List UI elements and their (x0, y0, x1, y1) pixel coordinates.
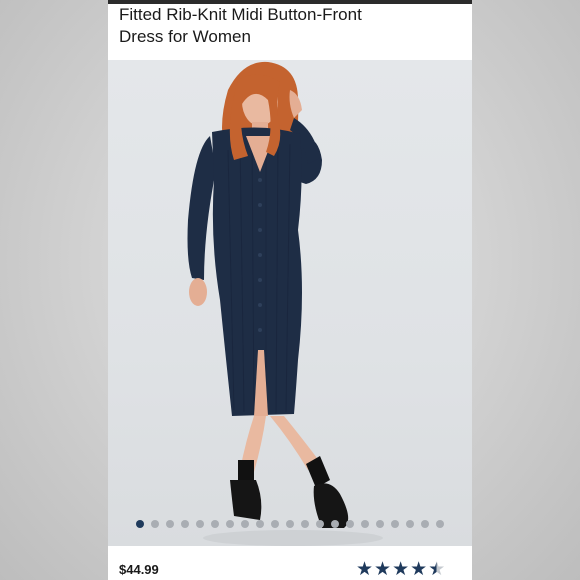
carousel-dot[interactable] (151, 520, 159, 528)
carousel-dot[interactable] (241, 520, 249, 528)
image-carousel-dots[interactable] (108, 518, 472, 530)
star-icon: ★ (392, 559, 410, 580)
half-star-icon: ★ (428, 559, 446, 580)
carousel-dot[interactable] (181, 520, 189, 528)
carousel-dot[interactable] (211, 520, 219, 528)
product-price: $44.99 (119, 562, 159, 577)
carousel-dot[interactable] (346, 520, 354, 528)
carousel-dot[interactable] (391, 520, 399, 528)
star-icon: ★ (356, 559, 374, 580)
product-title: Fitted Rib-Knit Midi Button-Front Dress … (119, 5, 362, 46)
carousel-dot[interactable] (271, 520, 279, 528)
carousel-dot[interactable] (361, 520, 369, 528)
carousel-dot[interactable] (286, 520, 294, 528)
carousel-dot[interactable] (421, 520, 429, 528)
star-icon: ★ (410, 559, 428, 580)
carousel-dot[interactable] (316, 520, 324, 528)
carousel-dot[interactable] (436, 520, 444, 528)
product-screen: Fitted Rib-Knit Midi Button-Front Dress … (108, 0, 472, 580)
carousel-dot[interactable] (196, 520, 204, 528)
carousel-dot[interactable] (406, 520, 414, 528)
star-icon: ★ (374, 559, 392, 580)
carousel-dot[interactable] (136, 520, 144, 528)
carousel-dot[interactable] (166, 520, 174, 528)
carousel-dot[interactable] (256, 520, 264, 528)
carousel-dot[interactable] (226, 520, 234, 528)
carousel-dot[interactable] (331, 520, 339, 528)
carousel-dot[interactable] (376, 520, 384, 528)
model-photo (187, 61, 383, 546)
carousel-dot[interactable] (301, 520, 309, 528)
product-image[interactable] (108, 60, 472, 546)
rating-stars[interactable]: ★ ★ ★ ★ ★ (356, 560, 445, 580)
